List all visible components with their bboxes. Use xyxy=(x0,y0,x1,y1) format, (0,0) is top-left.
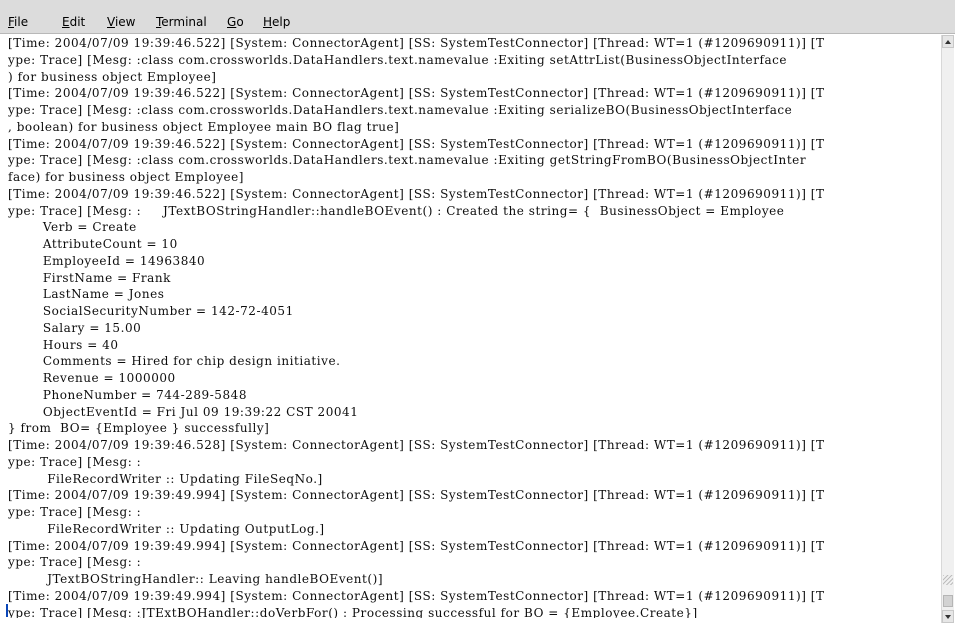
menu-file-label: ile xyxy=(14,15,29,29)
menu-help-mnemonic: H xyxy=(263,15,273,29)
menu-terminal[interactable]: Terminal xyxy=(156,15,207,29)
menu-help-label: elp xyxy=(272,15,291,29)
menu-terminal-label: erminal xyxy=(161,15,207,29)
menu-go[interactable]: Go xyxy=(227,15,244,29)
arrow-up-icon xyxy=(945,40,951,44)
scroll-up-button[interactable] xyxy=(942,35,954,48)
scroll-down-button[interactable] xyxy=(942,610,954,623)
resize-grip-icon[interactable] xyxy=(943,575,953,585)
terminal-window: File Edit View Terminal Go Help [Time: 2… xyxy=(0,0,955,623)
menu-file[interactable]: File xyxy=(8,15,28,29)
terminal-output-area[interactable]: [Time: 2004/07/09 19:39:46.522] [System:… xyxy=(8,35,939,618)
menu-edit-mnemonic: E xyxy=(62,15,70,29)
menu-edit[interactable]: Edit xyxy=(62,15,85,29)
menu-go-label: o xyxy=(236,15,244,29)
menu-view-label: iew xyxy=(114,15,136,29)
menu-view[interactable]: View xyxy=(107,15,135,29)
menu-view-mnemonic: V xyxy=(107,15,115,29)
terminal-log-text: [Time: 2004/07/09 19:39:46.522] [System:… xyxy=(8,36,825,618)
text-cursor xyxy=(6,604,8,617)
scrollbar-thumb[interactable] xyxy=(943,595,953,607)
menu-go-mnemonic: G xyxy=(227,15,237,29)
menu-help[interactable]: Help xyxy=(263,15,290,29)
menu-edit-label: dit xyxy=(69,15,86,29)
arrow-down-icon xyxy=(945,615,951,619)
vertical-scrollbar[interactable] xyxy=(941,35,954,623)
menu-bar: File Edit View Terminal Go Help xyxy=(0,0,955,34)
